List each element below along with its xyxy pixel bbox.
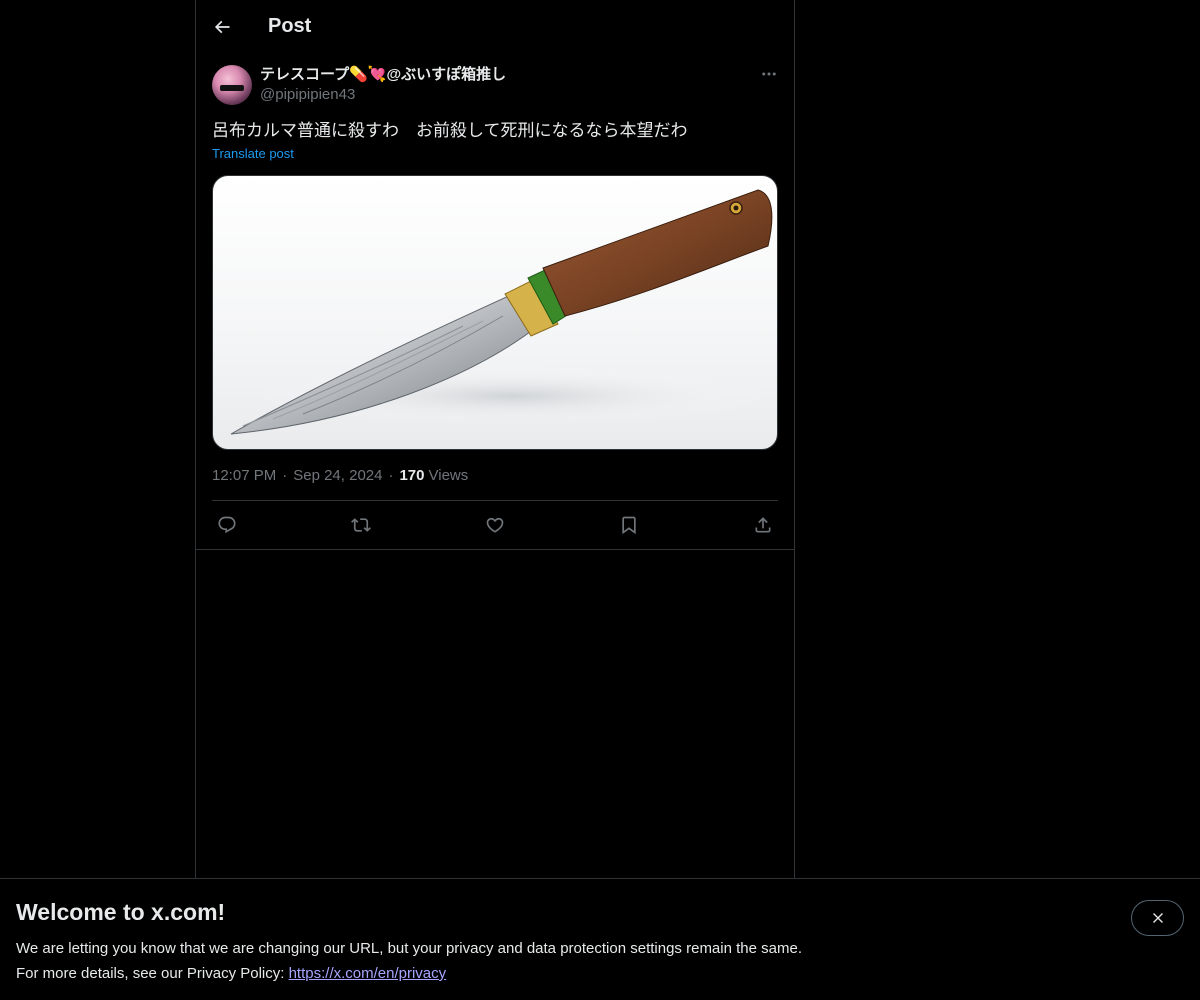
banner-body: We are letting you know that we are chan… bbox=[16, 936, 1184, 986]
reply-icon bbox=[218, 516, 236, 534]
post-text: 呂布カルマ普通に殺すわ お前殺して死刑になるなら本望だわ bbox=[212, 121, 688, 140]
views-count: 170 bbox=[399, 467, 425, 484]
post-time[interactable]: 12:07 PM bbox=[212, 467, 276, 484]
author-info: テレスコープ💊💘@ぶいすぽ箱推し @pipipipien43 bbox=[260, 65, 752, 105]
meta-separator: · bbox=[282, 467, 288, 484]
bookmark-button[interactable] bbox=[618, 514, 640, 536]
avatar[interactable] bbox=[212, 65, 252, 105]
repost-icon bbox=[351, 518, 371, 532]
back-button[interactable] bbox=[204, 9, 240, 45]
share-icon bbox=[755, 517, 771, 533]
banner-line-2-prefix: For more details, see our Privacy Policy… bbox=[16, 965, 289, 982]
heart-icon bbox=[486, 517, 504, 533]
welcome-banner: Welcome to x.com! We are letting you kno… bbox=[0, 878, 1200, 1000]
knife-image bbox=[230, 189, 773, 435]
more-button[interactable] bbox=[752, 57, 786, 91]
share-button[interactable] bbox=[752, 514, 774, 536]
post-meta: 12:07 PM · Sep 24, 2024 · 170 Views bbox=[212, 467, 778, 501]
more-horizontal-icon bbox=[762, 72, 776, 76]
close-icon bbox=[1152, 913, 1163, 923]
meta-separator: · bbox=[388, 467, 394, 484]
privacy-policy-link[interactable]: https://x.com/en/privacy bbox=[289, 965, 447, 982]
action-bar bbox=[212, 501, 778, 549]
reply-button[interactable] bbox=[216, 514, 238, 536]
page-title: Post bbox=[268, 15, 312, 37]
banner-close-button[interactable] bbox=[1131, 900, 1184, 936]
like-button[interactable] bbox=[484, 514, 506, 536]
banner-title: Welcome to x.com! bbox=[16, 899, 226, 925]
arrow-left-icon bbox=[214, 20, 230, 33]
views-label: Views bbox=[428, 467, 469, 484]
main-column: Post テレスコープ💊💘@ぶいすぽ箱推し @pipipipien43 呂布カル… bbox=[195, 0, 795, 1000]
post: テレスコープ💊💘@ぶいすぽ箱推し @pipipipien43 呂布カルマ普通に殺… bbox=[196, 53, 794, 550]
banner-line-1: We are letting you know that we are chan… bbox=[16, 940, 802, 957]
post-date[interactable]: Sep 24, 2024 bbox=[293, 467, 382, 484]
repost-button[interactable] bbox=[350, 514, 372, 536]
bookmark-icon bbox=[622, 516, 636, 535]
translate-post-link[interactable]: Translate post bbox=[212, 146, 294, 161]
post-bottom-divider bbox=[196, 549, 794, 550]
author-handle[interactable]: @pipipipien43 bbox=[260, 85, 752, 105]
post-media-image[interactable] bbox=[212, 175, 778, 450]
author-display-name[interactable]: テレスコープ💊💘@ぶいすぽ箱推し bbox=[260, 65, 752, 85]
author-row: テレスコープ💊💘@ぶいすぽ箱推し @pipipipien43 bbox=[212, 65, 778, 105]
page-header: Post bbox=[196, 0, 794, 53]
banner-line-2: For more details, see our Privacy Policy… bbox=[16, 961, 1184, 986]
